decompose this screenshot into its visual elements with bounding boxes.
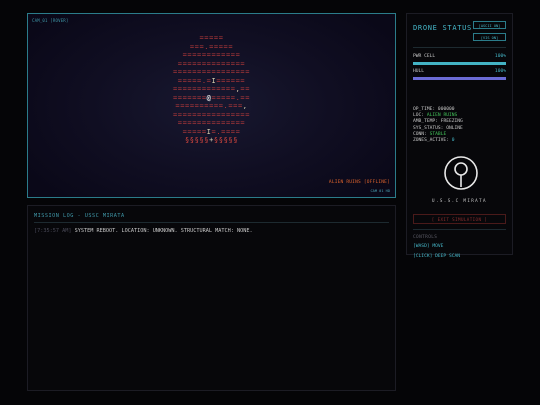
divider [413,229,506,230]
visual-toggle-button[interactable]: [VIS ON] [473,33,506,41]
hull-label: HULL [413,69,425,74]
power-bar-fill [413,62,506,65]
hull-value: 100% [494,69,506,74]
exit-simulation-button[interactable]: [ EXIT SIMULATION ] [413,214,506,224]
hull-bar-fill [413,77,506,80]
map-row: §§§§§+§§§§§ [184,136,239,144]
zones-value: 0 [451,138,455,144]
sys-status-value: ONLINE [446,125,463,131]
map-row: ============== [177,59,246,68]
map-row: =====.=I====== [177,76,246,85]
map-row: ==========.===, [175,102,248,110]
log-entry: [7:35:57 AM] SYSTEM REBOOT. LOCATION: UN… [34,228,253,234]
controls-title: CONTROLS [413,235,438,240]
divider [413,47,506,48]
power-label: PWR CELL [413,54,436,59]
map-row: =============,== [172,85,251,93]
map-row: ===.===== [189,42,234,51]
frame-label: CAM 01 HD [370,189,390,193]
ship-name: U.S.S.C MIRATA [432,198,487,203]
sys-status-label: SYS_STATUS: [413,125,444,131]
location-status: ALIEN RUINS [OFFLINE] [328,180,390,185]
map-row: ============ [182,51,241,59]
op-time-label: OP_TIME: [413,107,436,112]
amb-temp-label: AMB_TEMP: [413,119,438,125]
map-row: =======@=====.== [172,93,251,102]
ascii-map: ===== ===.===== ============ ===========… [28,34,395,145]
conn-value: STABLE [429,131,447,137]
control-deep-scan: [CLICK] DEEP SCAN [413,254,461,259]
divider [34,222,389,223]
map-row: ================ [172,110,251,119]
amb-temp-value: FREEZING [440,119,463,125]
panel-title: DRONE STATUS [413,24,472,32]
mission-log: MISSION LOG - USSC MIRATA [7:35:57 AM] S… [27,205,396,391]
camera-label: CAM_01 [ROVER] [32,18,69,23]
drone-status-panel: DRONE STATUS [ASCII ON] [VIS ON] PWR CEL… [406,13,513,259]
map-row: ===== [199,34,224,42]
log-title: MISSION LOG - USSC MIRATA [34,213,125,219]
power-value: 100% [494,54,506,59]
map-row: ============== [177,119,246,127]
zones-label: ZONES_ACTIVE: [413,138,449,144]
hull-bar [413,77,506,80]
power-bar [413,62,506,65]
log-message: SYSTEM REBOOT. LOCATION: UNKNOWN. STRUCT… [74,228,253,234]
loc-label: LOC: [413,113,425,119]
log-timestamp: [7:35:57 AM] [34,228,72,234]
ascii-toggle-button[interactable]: [ASCII ON] [473,21,506,29]
map-row: =====I=.==== [182,127,241,136]
telemetry-readout: OP_TIME: 000000 LOC: ALIEN RUINS AMB_TEM… [413,107,463,144]
control-move: [WASD] MOVE [413,244,444,249]
op-time-value: 000000 [437,107,455,112]
ship-emblem-icon [444,156,478,190]
map-viewport[interactable]: CAM_01 [ROVER] ===== ===.===== =========… [27,13,396,198]
map-row: ================ [172,68,251,76]
loc-value: ALIEN RUINS [426,113,458,119]
conn-label: CONN: [413,131,427,137]
